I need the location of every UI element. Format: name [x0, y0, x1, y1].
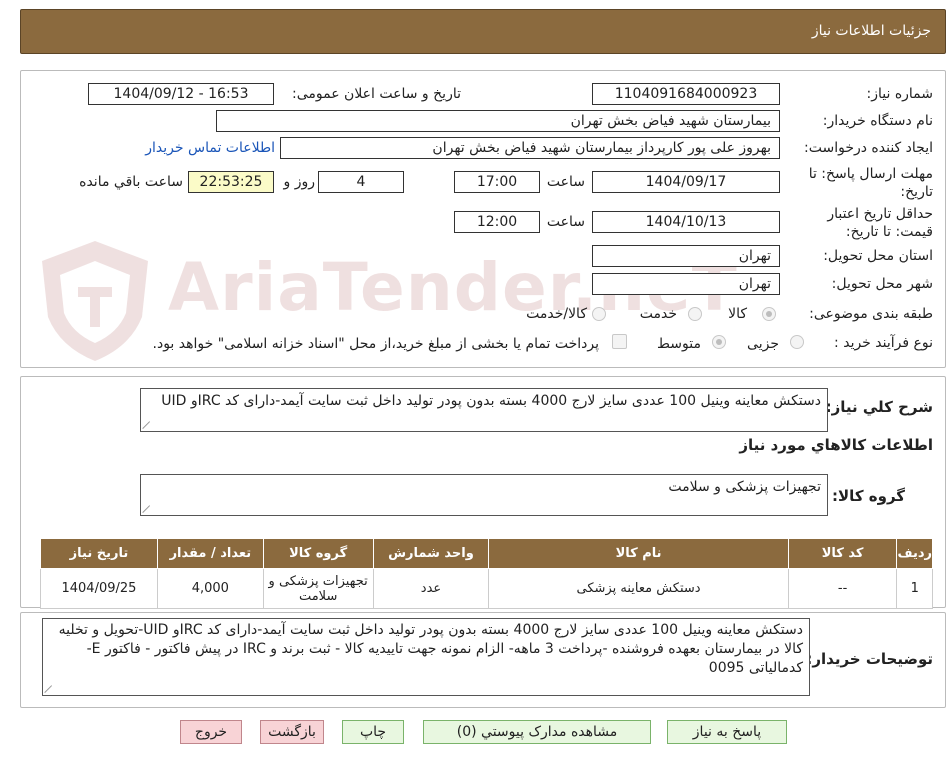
treasury-payment-note: پرداخت تمام یا بخشی از مبلغ خرید،از محل …: [152, 336, 599, 352]
buyer-org-label: نام دستگاه خریدار:: [822, 113, 933, 129]
requester-label: ایجاد کننده درخواست:: [804, 140, 933, 156]
cell-row-number: 1: [896, 568, 933, 609]
purchase-process-label: نوع فرآیند خرید :: [834, 335, 933, 351]
requester-field: بهروز علی پور کارپرداز بیمارستان شهید فی…: [280, 137, 780, 159]
remaining-days-label: روز و: [283, 174, 316, 190]
print-button[interactable]: چاپ: [342, 720, 404, 744]
need-number-field: 1104091684000923: [592, 83, 780, 105]
column-header-quantity: تعداد / مقدار: [156, 538, 264, 569]
subject-category-label: طبقه بندی موضوعی:: [809, 306, 933, 322]
treasury-payment-checkbox[interactable]: [612, 334, 627, 349]
goods-group-text: تجهیزات پزشکی و سلامت: [668, 479, 821, 495]
need-summary-text: دستکش معاینه وینیل 100 عددی سایز لارج 40…: [161, 393, 821, 409]
buyer-notes-text: دستکش معاینه وینیل 100 عددی سایز لارج 40…: [58, 622, 803, 676]
table-header-row: ردیف کد کالا نام کالا واحد شمارش گروه کا…: [40, 538, 933, 569]
process-option-minor: جزیی: [747, 336, 779, 352]
delivery-city-field: تهران: [592, 273, 780, 295]
view-attachments-button[interactable]: مشاهده مدارک پیوستي (0): [423, 720, 651, 744]
cell-goods-code: --: [787, 568, 898, 609]
page-title: جزئیات اطلاعات نیاز: [811, 23, 931, 39]
cell-need-date: 1404/09/25: [40, 568, 158, 609]
remaining-days-field: 4: [318, 171, 404, 193]
remaining-time-label: ساعت باقي مانده: [79, 174, 183, 190]
deadline-time-field: 17:00: [454, 171, 540, 193]
cell-unit: عدد: [372, 568, 490, 609]
resize-grip-icon[interactable]: [143, 505, 151, 513]
buyer-org-field: بیمارستان شهید فیاض بخش تهران: [216, 110, 780, 132]
buyer-notes-label: توضیحات خریدار:: [806, 650, 933, 668]
deadline-label-line2: تاریخ:: [900, 184, 933, 200]
back-button[interactable]: بازگشت: [260, 720, 324, 744]
resize-grip-icon[interactable]: [45, 685, 53, 693]
buyer-contact-link[interactable]: اطلاعات تماس خریدار: [145, 140, 275, 156]
deadline-time-label: ساعت: [546, 174, 585, 190]
announce-datetime-field: 1404/09/12 - 16:53: [88, 83, 274, 105]
exit-button[interactable]: خروج: [180, 720, 242, 744]
delivery-city-label: شهر محل تحویل:: [831, 276, 933, 292]
category-option-goods: کالا: [728, 306, 747, 322]
category-option-goods-service: کالا/خدمت: [526, 306, 587, 322]
column-header-unit: واحد شمارش: [372, 538, 490, 569]
delivery-province-field: تهران: [592, 245, 780, 267]
remaining-time-field: 22:53:25: [188, 171, 274, 193]
goods-table: ردیف کد کالا نام کالا واحد شمارش گروه کا…: [40, 538, 933, 609]
deadline-label-line1: مهلت ارسال پاسخ: تا: [808, 166, 933, 182]
need-summary-label: شرح کلي نياز:: [825, 398, 933, 416]
column-header-need-date: تاریخ نیاز: [40, 538, 158, 569]
price-validity-label-line1: حداقل تاریخ اعتبار: [827, 206, 933, 222]
announce-datetime-label: تاریخ و ساعت اعلان عمومی:: [292, 86, 461, 102]
column-header-goods-group: گروه کالا: [262, 538, 374, 569]
category-option-service: خدمت: [639, 306, 677, 322]
price-validity-time-field: 12:00: [454, 211, 540, 233]
need-summary-field: دستکش معاینه وینیل 100 عددی سایز لارج 40…: [140, 388, 828, 432]
delivery-province-label: استان محل تحویل:: [823, 248, 933, 264]
column-header-row-number: ردیف: [896, 538, 933, 569]
goods-group-label: گروه کالا:: [832, 487, 905, 505]
price-validity-date-field: 1404/10/13: [592, 211, 780, 233]
cell-quantity: 4,000: [156, 568, 264, 609]
page-header: جزئیات اطلاعات نیاز: [20, 9, 946, 54]
cell-goods-group: تجهیزات پزشکی و سلامت: [262, 568, 374, 609]
deadline-date-field: 1404/09/17: [592, 171, 780, 193]
goods-info-title: اطلاعات کالاهاي مورد نياز: [739, 436, 933, 454]
category-radio-goods[interactable]: [762, 307, 776, 321]
process-radio-medium[interactable]: [712, 335, 726, 349]
price-validity-label-line2: قیمت: تا تاریخ:: [845, 224, 933, 240]
goods-group-field: تجهیزات پزشکی و سلامت: [140, 474, 828, 516]
need-number-label: شماره نیاز:: [866, 86, 934, 102]
process-radio-minor[interactable]: [790, 335, 804, 349]
column-header-goods-code: کد کالا: [787, 538, 898, 569]
resize-grip-icon[interactable]: [143, 421, 151, 429]
category-radio-service[interactable]: [688, 307, 702, 321]
category-radio-goods-service[interactable]: [592, 307, 606, 321]
table-row: 1 -- دستکش معاینه پزشکی عدد تجهیزات پزشک…: [40, 568, 933, 609]
reply-to-need-button[interactable]: پاسخ به نیاز: [667, 720, 787, 744]
column-header-goods-name: نام کالا: [488, 538, 789, 569]
price-validity-time-label: ساعت: [546, 214, 585, 230]
buyer-notes-field: دستکش معاینه وینیل 100 عددی سایز لارج 40…: [42, 618, 810, 696]
process-option-medium: متوسط: [657, 336, 701, 352]
cell-goods-name: دستکش معاینه پزشکی: [488, 568, 789, 609]
